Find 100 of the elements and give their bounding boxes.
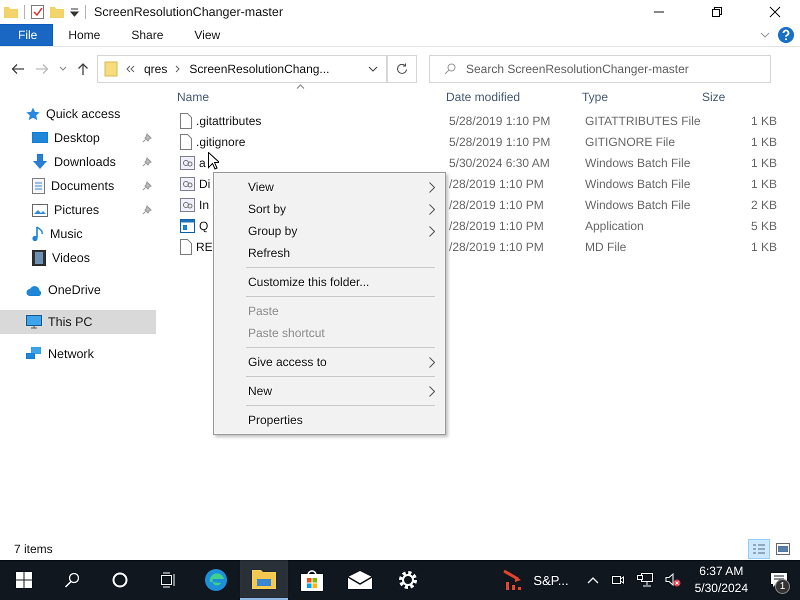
menu-item[interactable]: Sort by: [214, 198, 445, 220]
table-cell-text: 1 KB: [750, 176, 777, 190]
column-header[interactable]: Name: [177, 90, 438, 104]
clock-date[interactable]: 5/30/2024: [694, 580, 748, 597]
show-hidden-icons-icon[interactable]: [586, 576, 599, 584]
gears-file-icon: [180, 156, 195, 170]
column-header[interactable]: Size: [702, 90, 774, 104]
nav-item[interactable]: OneDrive: [0, 278, 156, 302]
table-cell-text: Windows Batch File: [585, 176, 692, 190]
nav-item[interactable]: Network: [0, 342, 156, 366]
task-view-icon[interactable]: [160, 572, 176, 588]
menu-item[interactable]: Customize this folder...: [214, 271, 445, 293]
file-name[interactable]: .gitignore: [196, 134, 246, 148]
address-bar[interactable]: qres ScreenResolutionChang...: [97, 55, 387, 83]
application-icon: [180, 218, 195, 232]
folder-icon: [4, 6, 18, 18]
refresh-button[interactable]: [387, 55, 417, 83]
ribbon-tab[interactable]: View: [179, 24, 236, 46]
ribbon-tab[interactable]: File: [0, 24, 54, 46]
camera-icon[interactable]: [610, 573, 625, 587]
close-icon[interactable]: [769, 6, 781, 18]
search-icon[interactable]: [64, 572, 80, 588]
table-cell-text: 5 KB: [750, 218, 777, 232]
search-field[interactable]: Search ScreenResolutionChanger-master: [429, 55, 771, 83]
pin-icon[interactable]: [142, 133, 152, 143]
customize-dropdown-icon[interactable]: [70, 8, 79, 16]
nav-item[interactable]: Videos: [0, 246, 156, 270]
picture-icon: [32, 204, 48, 216]
nav-item[interactable]: Quick access: [0, 102, 156, 126]
restore-icon[interactable]: [711, 6, 723, 18]
search-icon: [444, 63, 456, 75]
cortana-circle-icon[interactable]: [112, 572, 128, 588]
file-name[interactable]: Q: [199, 218, 208, 232]
pin-icon[interactable]: [142, 181, 152, 191]
menu-item[interactable]: Properties: [214, 409, 445, 431]
menu-item[interactable]: View: [214, 176, 445, 198]
nav-item[interactable]: Documents: [0, 174, 156, 198]
column-header[interactable]: Type: [582, 90, 702, 104]
nav-item[interactable]: Downloads: [0, 150, 156, 174]
clock-time[interactable]: 6:37 AM: [699, 563, 744, 580]
menu-item: Paste: [247, 303, 280, 320]
recent-locations-icon[interactable]: [59, 66, 67, 72]
star-icon: [26, 107, 40, 121]
overflow-chevron-icon[interactable]: [126, 65, 136, 73]
menu-item[interactable]: New: [214, 380, 445, 402]
nav-item[interactable]: Desktop: [0, 126, 156, 150]
notifications-button[interactable]: 1: [758, 560, 800, 600]
nav-item[interactable]: Music: [0, 222, 156, 246]
film-icon: [32, 250, 46, 266]
breadcrumb[interactable]: ScreenResolutionChang...: [189, 62, 330, 76]
gears-file-icon: [180, 176, 195, 190]
menu-item[interactable]: Refresh: [214, 242, 445, 264]
taskbar-app-label[interactable]: S&P...: [533, 572, 569, 588]
table-cell-text: MD File: [585, 240, 628, 254]
table-cell-text: GITIGNORE File: [585, 134, 676, 148]
menu-item[interactable]: Give access to: [214, 351, 445, 373]
column-header[interactable]: Date modified: [438, 90, 582, 104]
nav-item[interactable]: Pictures: [0, 198, 156, 222]
file-icon: [180, 112, 192, 128]
cloud-icon: [26, 284, 42, 296]
file-name[interactable]: Di: [199, 176, 210, 190]
file-name[interactable]: In: [199, 198, 210, 212]
menu-item[interactable]: Group by: [214, 220, 445, 242]
browser-icon: [204, 568, 228, 592]
table-cell-text: Application: [585, 218, 645, 232]
file-name[interactable]: RE: [196, 240, 213, 254]
nav-item[interactable]: This PC: [0, 310, 156, 334]
table-cell-text: /28/2019 1:10 PM: [448, 198, 545, 212]
dropdown-icon[interactable]: [368, 66, 378, 72]
file-name[interactable]: .gitattributes: [196, 114, 262, 128]
ribbon-tab[interactable]: Share: [116, 24, 180, 46]
file-explorer-app-button[interactable]: [240, 560, 288, 600]
table-cell-text: 5/30/2024 6:30 AM: [448, 156, 551, 170]
gear-icon: [397, 569, 419, 591]
pin-icon[interactable]: [142, 205, 152, 215]
up-icon[interactable]: [77, 62, 89, 76]
breadcrumb-separator-icon[interactable]: [175, 65, 182, 73]
ribbon-tab[interactable]: Home: [53, 24, 116, 46]
thumbnail-icon: [776, 543, 790, 555]
table-cell-text: 5/28/2019 1:10 PM: [448, 134, 552, 148]
music-note-icon: [32, 226, 44, 242]
table-cell-text: 1 KB: [750, 114, 777, 128]
table-cell-text: /28/2019 1:10 PM: [448, 176, 545, 190]
pin-icon[interactable]: [142, 157, 152, 167]
network-icon: [26, 347, 42, 361]
breadcrumb[interactable]: qres: [144, 62, 168, 76]
mouse-cursor-icon: [208, 152, 219, 170]
start-icon[interactable]: [16, 572, 32, 588]
gears-file-icon: [180, 198, 195, 212]
properties-icon[interactable]: [31, 5, 44, 19]
table-cell-text: 2 KB: [750, 198, 777, 212]
expand-ribbon-icon[interactable]: [760, 32, 770, 38]
back-icon[interactable]: [11, 63, 25, 75]
help-icon[interactable]: [778, 27, 794, 43]
envelope-icon: [348, 571, 372, 589]
file-name[interactable]: a: [199, 156, 206, 170]
network-icon[interactable]: [636, 573, 653, 587]
muted-speaker-icon[interactable]: [664, 573, 681, 587]
details-view-button[interactable]: [748, 539, 770, 559]
desktop-icon: [32, 131, 48, 145]
